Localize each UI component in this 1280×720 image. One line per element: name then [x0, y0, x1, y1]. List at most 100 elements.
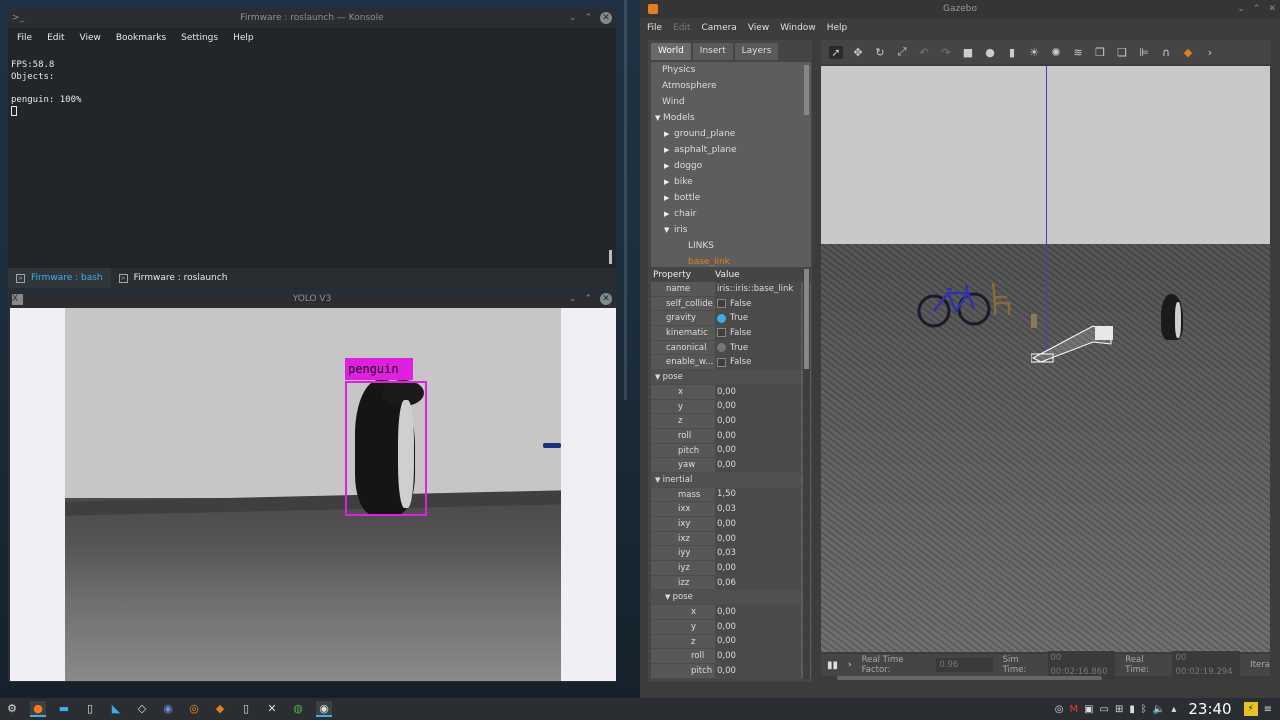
- gazebo-3d-scene[interactable]: [821, 66, 1270, 652]
- konsole-titlebar[interactable]: >_ Firmware : roslaunch — Konsole ⌄ ⌃ ✕: [8, 8, 616, 28]
- chrome-icon[interactable]: ◍: [290, 701, 306, 717]
- snap-icon[interactable]: ∩: [1159, 46, 1173, 59]
- yolo-titlebar[interactable]: X YOLO V3 ⌄ ⌃ ✕: [8, 290, 616, 308]
- tree-item[interactable]: Wind: [651, 94, 811, 110]
- property-row[interactable]: iyz 0,00: [651, 561, 811, 576]
- network-icon[interactable]: ⊞: [1115, 704, 1123, 715]
- property-row[interactable]: mass 1,50: [651, 487, 811, 503]
- more-tools-icon[interactable]: ›: [1203, 46, 1217, 59]
- gazebo-taskbar-icon[interactable]: ◆: [212, 701, 228, 717]
- property-row[interactable]: ixy 0,00: [651, 517, 811, 532]
- property-row[interactable]: self_collide False: [651, 296, 811, 312]
- bike-model[interactable]: [916, 271, 996, 331]
- tree-item[interactable]: ▶ chair: [651, 206, 811, 222]
- tree-item[interactable]: ▶ bike: [651, 174, 811, 190]
- vscode-icon[interactable]: ◣: [108, 701, 124, 717]
- tree-item[interactable]: Atmosphere: [651, 78, 811, 94]
- gazebo-titlebar[interactable]: Gazebo ⌄ ⌃ ✕: [640, 0, 1280, 18]
- tree-item[interactable]: Physics: [651, 62, 811, 78]
- discord-icon[interactable]: ◉: [160, 701, 176, 717]
- property-row[interactable]: ixz 0,00: [651, 531, 811, 547]
- property-row[interactable]: pitch 0,00: [651, 443, 811, 459]
- code-editor-icon[interactable]: ◇: [134, 701, 150, 717]
- expand-right-icon[interactable]: ▶: [664, 174, 669, 190]
- collapse-icon[interactable]: ▼: [655, 476, 663, 484]
- tab-insert[interactable]: Insert: [692, 43, 733, 60]
- expand-right-icon[interactable]: ▶: [664, 142, 669, 158]
- property-row[interactable]: name iris::iris::base_link: [651, 282, 811, 297]
- tab-layers[interactable]: Layers: [734, 43, 779, 60]
- phone-connect-icon[interactable]: ▭: [1100, 704, 1109, 715]
- property-row[interactable]: izz 0,06: [651, 575, 811, 591]
- drone-camera-frustum[interactable]: [1031, 318, 1131, 368]
- menu-window[interactable]: Window: [780, 23, 816, 33]
- menu-edit[interactable]: Edit: [47, 33, 64, 43]
- maximize-icon[interactable]: ⌃: [584, 12, 592, 24]
- property-row[interactable]: x 0,00: [651, 605, 811, 620]
- tree-item[interactable]: ▶ bottle: [651, 190, 811, 206]
- tab-firmware-roslaunch[interactable]: > Firmware : roslaunch: [111, 268, 236, 288]
- terminal-output[interactable]: FPS:58.8 Objects: penguin: 100%: [11, 60, 601, 250]
- change-view-icon[interactable]: ◆: [1181, 46, 1195, 59]
- cylinder-shape-icon[interactable]: ▮: [1005, 46, 1019, 59]
- property-row[interactable]: iyy 0,03: [651, 546, 811, 562]
- property-row[interactable]: roll 0,00: [651, 649, 811, 664]
- tree-item[interactable]: ▼ iris: [651, 222, 811, 238]
- property-row[interactable]: y 0,00: [651, 399, 811, 415]
- chair-model[interactable]: [989, 281, 1013, 316]
- file-manager-icon[interactable]: ▬: [56, 701, 72, 717]
- minimize-icon[interactable]: ⌄: [1237, 3, 1245, 15]
- rotate-mode-icon[interactable]: ↻: [873, 46, 887, 59]
- obs-icon[interactable]: ◉: [316, 701, 332, 717]
- menu-view[interactable]: View: [748, 23, 769, 33]
- menu-help[interactable]: Help: [827, 23, 848, 33]
- property-row[interactable]: canonical True: [651, 340, 811, 356]
- minimize-icon[interactable]: ⌄: [569, 12, 577, 24]
- menu-file[interactable]: File: [17, 33, 32, 43]
- step-icon[interactable]: ›: [848, 660, 852, 670]
- box-shape-icon[interactable]: ■: [961, 46, 975, 59]
- property-checkbox[interactable]: [717, 299, 726, 309]
- tray-expand-icon[interactable]: ▴: [1171, 704, 1176, 715]
- pause-icon[interactable]: ▮▮: [827, 660, 838, 671]
- close-icon[interactable]: ✕: [1268, 3, 1276, 15]
- menu-view[interactable]: View: [80, 33, 101, 43]
- expand-right-icon[interactable]: ▶: [664, 126, 669, 142]
- property-scrollbar[interactable]: [803, 269, 810, 679]
- undo-icon[interactable]: ↶: [917, 46, 931, 59]
- expand-down-icon[interactable]: ▼: [664, 222, 669, 238]
- menu-file[interactable]: File: [647, 23, 662, 33]
- maximize-icon[interactable]: ⌃: [1253, 3, 1261, 15]
- menu-edit[interactable]: Edit: [673, 23, 690, 33]
- tree-scrollbar[interactable]: [804, 65, 809, 115]
- menu-bookmarks[interactable]: Bookmarks: [116, 33, 166, 43]
- minimize-icon[interactable]: ⌄: [569, 293, 577, 305]
- x11-icon[interactable]: ✕: [264, 701, 280, 717]
- property-checkbox[interactable]: [717, 328, 726, 338]
- clock[interactable]: 23:40: [1188, 700, 1231, 718]
- redo-icon[interactable]: ↷: [939, 46, 953, 59]
- firefox-icon[interactable]: ●: [30, 701, 46, 717]
- align-icon[interactable]: ⊫: [1137, 46, 1151, 59]
- tree-item[interactable]: ▶ ground_plane: [651, 126, 811, 142]
- tree-item[interactable]: LINKS: [651, 238, 811, 254]
- maximize-icon[interactable]: ⌃: [584, 293, 592, 305]
- property-row[interactable]: y 0,00: [651, 619, 811, 635]
- document-icon[interactable]: ▯: [238, 701, 254, 717]
- expand-down-icon[interactable]: ▼: [655, 110, 660, 126]
- property-row[interactable]: ixx 0,03: [651, 502, 811, 517]
- property-checkbox[interactable]: [717, 357, 726, 367]
- menu-settings[interactable]: Settings: [181, 33, 218, 43]
- scale-mode-icon[interactable]: ⤢: [895, 45, 909, 59]
- property-row[interactable]: z 0,00: [651, 414, 811, 429]
- tray-app-icon[interactable]: ◎: [1055, 704, 1064, 715]
- property-row[interactable]: ▼ pose: [651, 370, 811, 385]
- property-checkbox[interactable]: [717, 313, 726, 323]
- volume-icon[interactable]: 🔈: [1153, 704, 1165, 715]
- tree-item[interactable]: base_link: [651, 254, 811, 267]
- gmail-icon[interactable]: M: [1069, 704, 1078, 715]
- property-row[interactable]: ▼ inertial: [651, 472, 811, 488]
- tree-item[interactable]: ▶ doggo: [651, 158, 811, 174]
- terminal-scrollbar[interactable]: [609, 250, 612, 264]
- tree-item[interactable]: ▼ Models: [651, 110, 811, 126]
